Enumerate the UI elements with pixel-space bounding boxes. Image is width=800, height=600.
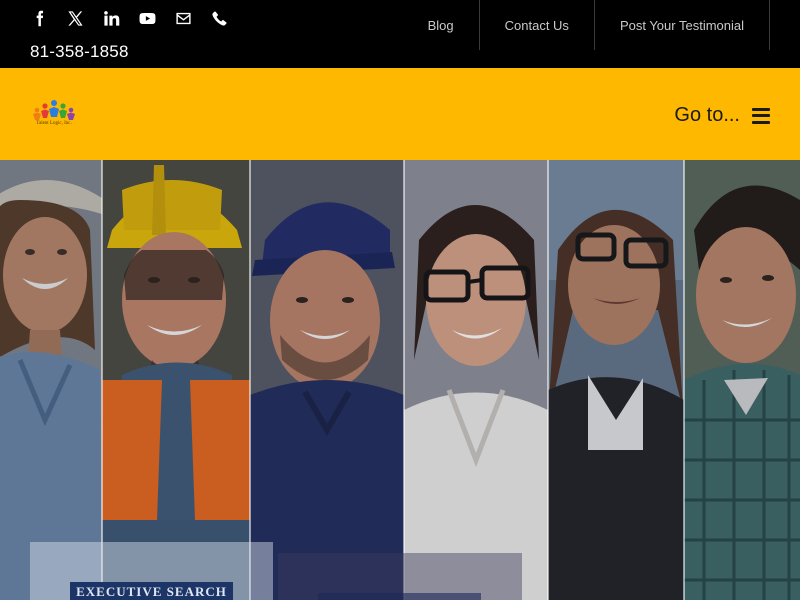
phone-number[interactable]: 81-358-1858 — [30, 42, 129, 62]
executive-search-button[interactable]: EXECUTIVE SEARCH — [70, 582, 233, 600]
facebook-icon[interactable] — [30, 9, 48, 27]
linkedin-icon[interactable] — [102, 9, 120, 27]
top-navigation: Blog Contact Us Post Your Testimonial — [428, 0, 770, 50]
strip-divider — [249, 160, 251, 600]
nav-link-post-testimonial[interactable]: Post Your Testimonial — [595, 0, 770, 50]
strip-divider — [403, 160, 405, 600]
logo-text: Talent Logic, Inc. — [36, 121, 72, 126]
strip-divider — [683, 160, 685, 600]
hero-banner: EXECUTIVE SEARCH — [0, 160, 800, 600]
hero-photo-2 — [102, 160, 250, 600]
strip-divider — [101, 160, 103, 600]
strip-divider — [547, 160, 549, 600]
top-bar: 81-358-1858 Blog Contact Us Post Your Te… — [0, 0, 800, 68]
x-twitter-icon[interactable] — [66, 9, 84, 27]
site-logo[interactable]: Talent Logic, Inc. — [28, 98, 80, 132]
logo-people-icon — [33, 100, 75, 120]
main-header: Talent Logic, Inc. Go to... — [0, 68, 800, 160]
service-card-2[interactable] — [278, 553, 522, 600]
hero-photo-4 — [404, 160, 548, 600]
go-to-menu-toggle[interactable]: Go to... — [674, 104, 770, 127]
youtube-icon[interactable] — [138, 9, 156, 27]
go-to-label: Go to... — [674, 104, 740, 126]
hero-photo-5 — [548, 160, 684, 600]
phone-icon[interactable] — [210, 9, 228, 27]
hero-photo-3 — [250, 160, 404, 600]
hero-photo-1 — [0, 160, 102, 600]
social-links — [30, 9, 246, 27]
service-card-2-button[interactable] — [318, 593, 481, 600]
service-card-executive-search[interactable]: EXECUTIVE SEARCH — [30, 542, 273, 600]
nav-link-contact-us[interactable]: Contact Us — [480, 0, 595, 50]
hamburger-icon — [752, 107, 770, 124]
nav-link-blog[interactable]: Blog — [428, 0, 480, 50]
hero-photo-6 — [684, 160, 800, 600]
envelope-icon[interactable] — [174, 9, 192, 27]
